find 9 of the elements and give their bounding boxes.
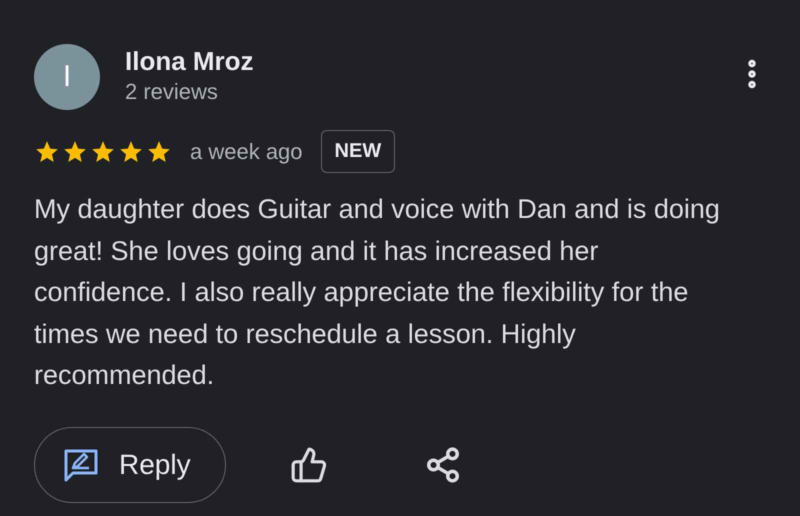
- review-text: My daughter does Guitar and voice with Dan and is doing great! She loves going and it has increased her confidence. I also really appreciate the flexibility for the times we need to reschedule a lesson. Highly recommended.: [34, 193, 721, 392]
- review-time: a week ago: [190, 138, 303, 164]
- reply-button[interactable]: Reply: [34, 426, 226, 502]
- edit-icon: [63, 448, 99, 482]
- avatar: I: [34, 44, 100, 110]
- review-count: 2 reviews: [125, 78, 219, 106]
- new-tag: NEW: [320, 130, 396, 173]
- thumbs-up-icon[interactable]: [290, 446, 328, 484]
- reviewer-name: Ilona Mroz: [125, 45, 255, 77]
